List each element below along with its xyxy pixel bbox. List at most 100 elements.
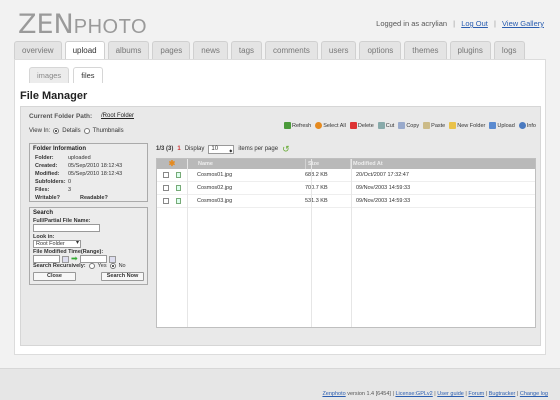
license-link[interactable]: License:GPLv2 (395, 391, 432, 397)
tab-upload[interactable]: upload (64, 41, 105, 60)
tab-users[interactable]: users (320, 41, 357, 59)
per-page-select[interactable]: 10 (208, 144, 235, 154)
info-button[interactable]: Info (518, 122, 536, 129)
file-name[interactable]: Cosmos03.jpg (187, 198, 305, 204)
thumbnails-radio[interactable] (83, 128, 90, 134)
tab-pages[interactable]: pages (152, 41, 191, 59)
new-folder-button[interactable]: New Folder (449, 122, 485, 129)
display-label: Display (184, 146, 205, 152)
footer-bar: Zenphoto version 1.4 [6454] | License:GP… (0, 368, 560, 400)
file-name[interactable]: Cosmos01.jpg (187, 172, 305, 178)
user-guide-link[interactable]: User guide (437, 391, 464, 397)
recursive-no-radio[interactable] (109, 263, 116, 269)
logout-link[interactable]: Log Out (461, 19, 488, 28)
close-button[interactable]: Close (33, 272, 76, 281)
info-row: Files: 3 (30, 186, 147, 194)
row-checkbox[interactable] (163, 172, 169, 178)
info-row: Folder: uploaded (30, 154, 147, 162)
table-row[interactable]: Cosmos03.jpg 531.3 KB 09/Nov/2003 14:59:… (157, 195, 535, 208)
select-all-icon[interactable]: ✱ (157, 159, 187, 169)
table-row[interactable]: Cosmos01.jpg 688.2 KB 20/Oct/2007 17:32:… (157, 169, 535, 182)
file-list-area: 1/3 (3) 1 Display 10 items per page ↺ ✱ … (156, 143, 536, 328)
paste-icon (423, 122, 431, 129)
folder-icon (449, 122, 457, 129)
current-folder-label: Current Folder Path: (29, 113, 93, 120)
tab-themes[interactable]: themes (404, 41, 447, 59)
upload-icon (489, 122, 497, 129)
date-to-input[interactable] (79, 255, 107, 263)
tab-options[interactable]: options (359, 41, 402, 59)
column-divider (351, 159, 352, 327)
view-gallery-link[interactable]: View Gallery (502, 19, 544, 28)
current-page-link[interactable]: 1 (177, 146, 180, 152)
date-from-input[interactable] (33, 255, 60, 263)
row-controls (157, 172, 187, 178)
row-checkbox[interactable] (163, 185, 169, 191)
file-name-input[interactable] (33, 224, 100, 232)
paste-button[interactable]: Paste (423, 122, 445, 129)
tab-news[interactable]: news (193, 41, 228, 59)
modified-value: 05/Sep/2010 18:12:43 (68, 171, 123, 177)
zenphoto-link[interactable]: Zenphoto (322, 391, 345, 397)
look-in-select[interactable]: Root Folder (33, 240, 81, 248)
page-count: 1/3 (3) (156, 146, 174, 152)
details-radio[interactable] (53, 128, 60, 134)
calendar-icon[interactable] (62, 255, 69, 263)
calendar-icon[interactable] (108, 255, 116, 263)
tab-logs[interactable]: logs (493, 41, 525, 59)
info-row: Modified: 05/Sep/2010 18:12:43 (30, 170, 147, 178)
column-name[interactable]: Name (187, 159, 305, 169)
table-header: ✱ Name Size Modified At (157, 159, 535, 169)
changelog-link[interactable]: Change log (520, 391, 548, 397)
cut-button[interactable]: Cut (377, 122, 394, 129)
column-modified[interactable]: Modified At (350, 159, 535, 169)
file-name[interactable]: Cosmos02.jpg (187, 185, 305, 191)
readable-key: Readable? (80, 195, 108, 201)
tab-comments[interactable]: comments (265, 41, 318, 59)
go-icon[interactable]: ↺ (282, 144, 290, 154)
forum-link[interactable]: Forum (468, 391, 484, 397)
page-title: File Manager (20, 90, 88, 102)
recursive-yes-radio[interactable] (88, 263, 95, 269)
refresh-label: Refresh (291, 122, 312, 129)
subtab-files[interactable]: files (73, 67, 103, 83)
delete-button[interactable]: Delete (349, 122, 374, 129)
row-checkbox[interactable] (163, 198, 169, 204)
search-now-button[interactable]: Search Now (101, 272, 144, 281)
delete-label: Delete (357, 122, 374, 129)
pager: 1/3 (3) 1 Display 10 items per page ↺ (156, 143, 536, 155)
separator: | (493, 19, 496, 28)
separator: | (453, 19, 456, 28)
file-toolbar: Refresh Select All Delete Cut Copy Paste… (283, 122, 536, 129)
copy-button[interactable]: Copy (398, 122, 419, 129)
thumbnails-label: Thumbnails (92, 128, 124, 134)
recursive-row: Search Recursively: Yes No (30, 263, 147, 269)
select-all-icon (315, 122, 323, 129)
recursive-label: Search Recursively: (33, 263, 86, 269)
select-all-button[interactable]: Select All (315, 122, 346, 129)
image-file-icon (176, 198, 181, 204)
table-row[interactable]: Cosmos02.jpg 700.7 KB 09/Nov/2003 14:59:… (157, 182, 535, 195)
tab-albums[interactable]: albums (107, 41, 150, 59)
tab-tags[interactable]: tags (230, 41, 263, 59)
file-table: ✱ Name Size Modified At Cosmos01.jpg 688… (156, 158, 536, 328)
main-panel: images files File Manager Current Folder… (14, 59, 546, 355)
row-controls (157, 185, 187, 191)
footer: Zenphoto version 1.4 [6454] | License:GP… (322, 391, 548, 397)
created-key: Created: (35, 163, 58, 169)
upload-button[interactable]: Upload (489, 122, 515, 129)
bugtracker-link[interactable]: Bugtracker (489, 391, 516, 397)
refresh-button[interactable]: Refresh (283, 122, 312, 129)
info-row: Created: 05/Sep/2010 18:12:43 (30, 162, 147, 170)
per-page-label: items per page (238, 146, 279, 152)
subtab-images[interactable]: images (29, 67, 70, 83)
view-in-label: View In: (29, 128, 51, 134)
tab-overview[interactable]: overview (14, 41, 62, 59)
tab-plugins[interactable]: plugins (449, 41, 491, 59)
scissors-icon (377, 122, 385, 129)
current-folder-path[interactable]: /Root Folder (101, 113, 134, 119)
info-icon (518, 122, 526, 129)
info-row: Subfolders: 0 (30, 178, 147, 186)
file-manager: Current Folder Path: /Root Folder Refres… (20, 106, 541, 346)
folder-value: uploaded (68, 155, 91, 161)
